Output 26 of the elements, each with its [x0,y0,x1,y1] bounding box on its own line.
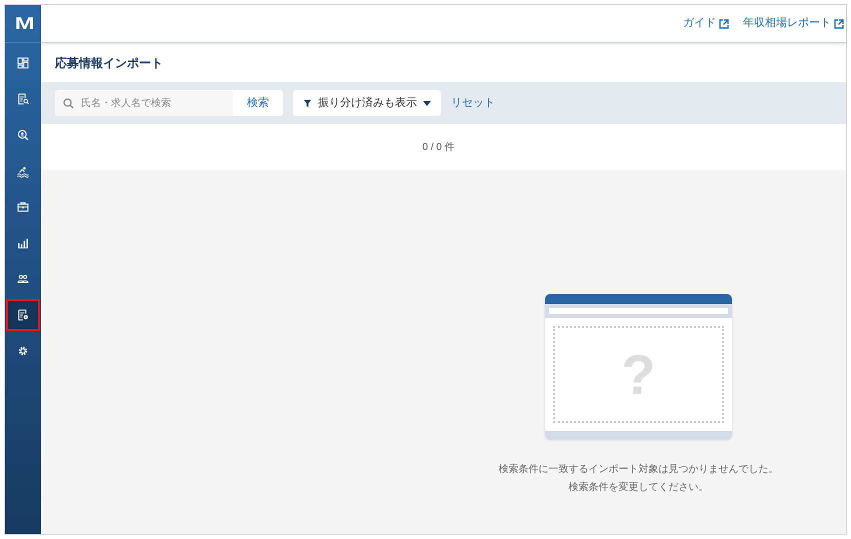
external-link-icon [834,18,844,28]
header-link[interactable]: 年収相場レポート [743,15,844,32]
filter-icon [303,98,312,108]
result-count: 0 / 0 件 [422,140,455,154]
logo[interactable]: M [15,10,31,36]
caret-icon [423,100,431,106]
question-mark: ? [621,346,656,402]
empty-message: 検索条件に一致するインポート対象は見つかりませんでした。 [498,462,778,477]
empty-message: 検索条件を変更してください。 [568,480,708,495]
swimmer-icon [16,164,30,178]
page-title: 応募情報インポート [55,54,163,72]
external-link-icon [719,18,729,28]
person-search-icon [16,128,30,142]
briefcase-icon [16,200,30,214]
reset-link[interactable]: リセット [451,94,495,112]
bar-chart-icon [16,236,30,250]
filter-dropdown[interactable]: 振り分け済みも表示 [293,90,441,116]
gear-icon [16,344,30,358]
search-field[interactable]: 氏名・求人名で検索 [55,90,233,116]
document-gear-icon [16,308,30,322]
nav-item[interactable] [6,299,40,331]
header-link[interactable]: ガイド [683,15,729,32]
people-icon [16,272,30,286]
dashboard-icon [16,56,30,70]
search-icon [63,98,74,109]
document-search-icon [16,92,30,106]
